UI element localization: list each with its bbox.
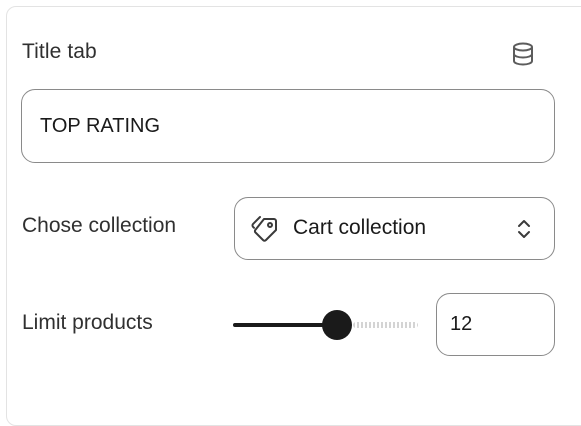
title-tab-field[interactable] <box>21 89 555 163</box>
slider-track-fill <box>233 323 335 327</box>
limit-products-slider[interactable] <box>233 310 423 340</box>
title-tab-input[interactable] <box>40 90 520 162</box>
collection-select[interactable]: Cart collection <box>234 197 555 260</box>
limit-products-field[interactable] <box>436 293 555 356</box>
slider-track-rest <box>353 322 418 328</box>
collection-selected-value: Cart collection <box>293 216 427 239</box>
title-tab-label: Title tab <box>22 40 97 63</box>
database-icon[interactable] <box>509 40 537 68</box>
tag-icon <box>251 216 277 242</box>
limit-products-input[interactable] <box>450 294 540 355</box>
slider-thumb[interactable] <box>322 310 352 340</box>
select-arrows-icon <box>518 220 530 238</box>
limit-products-label: Limit products <box>22 311 153 334</box>
collection-label: Chose collection <box>22 214 177 237</box>
